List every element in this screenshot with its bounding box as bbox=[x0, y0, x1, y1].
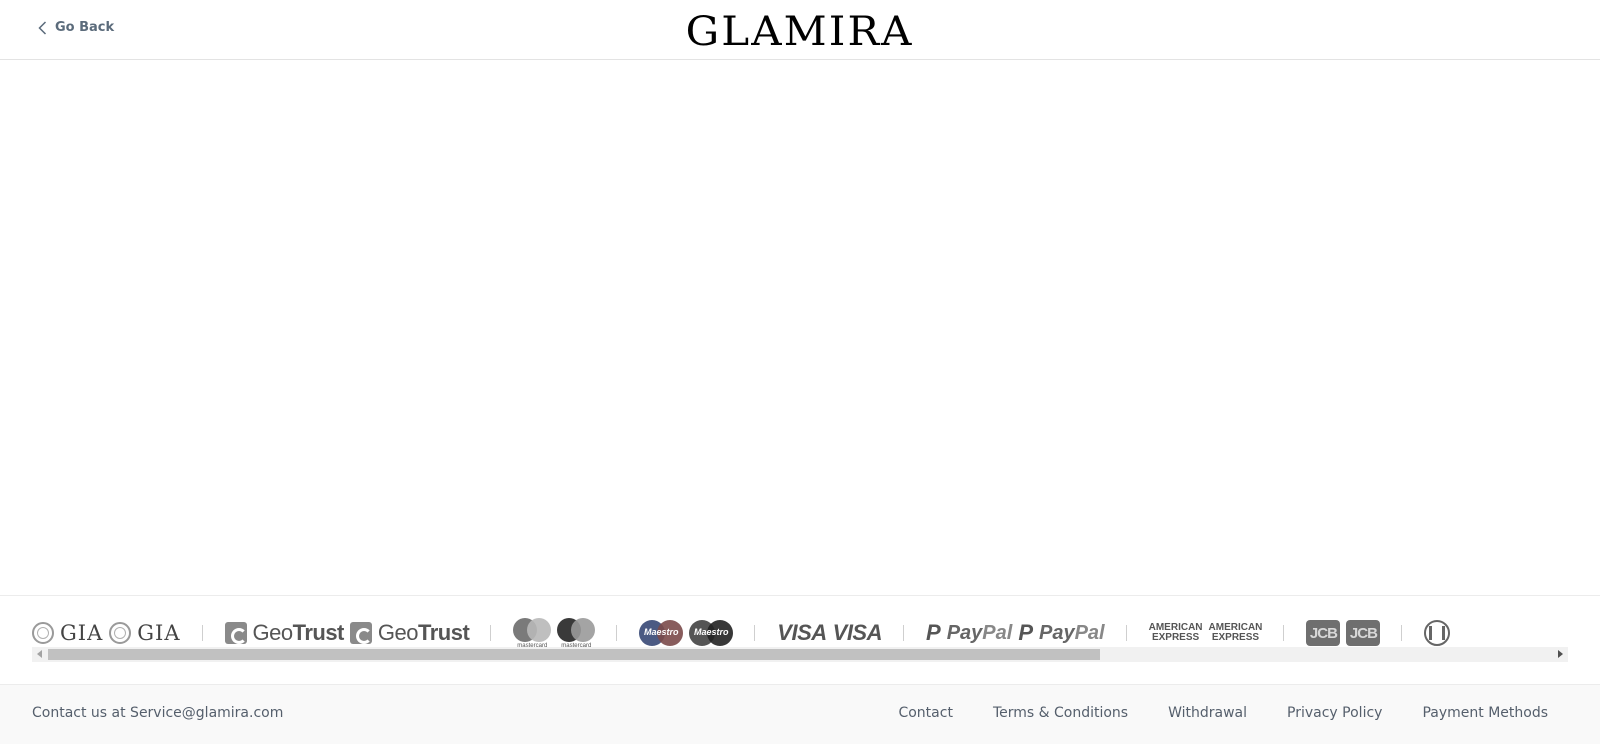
geotrust-logo-text: GeoTrust bbox=[377, 620, 470, 645]
maestro-badge-group: Maestro Maestro bbox=[617, 618, 756, 648]
footer-link-payment-methods[interactable]: Payment Methods bbox=[1422, 705, 1548, 721]
contact-email-text[interactable]: Contact us at Service@glamira.com bbox=[32, 705, 283, 721]
paypal-badge-group: P PayPal P PayPal bbox=[904, 618, 1127, 648]
geotrust-badge-group: GeoTrust GeoTrust bbox=[203, 618, 492, 648]
scroll-left-arrow-icon[interactable] bbox=[37, 650, 42, 658]
paypal-mark-icon: P bbox=[1018, 620, 1033, 645]
scroll-right-arrow-icon[interactable] bbox=[1558, 650, 1563, 658]
gia-seal-icon bbox=[32, 622, 54, 644]
badges-horizontal-scrollbar[interactable] bbox=[32, 647, 1568, 662]
gia-seal-icon bbox=[109, 622, 132, 644]
american-express-icon: AMERICAN EXPRESS bbox=[1148, 622, 1203, 643]
paypal-mark-icon: P bbox=[926, 620, 941, 645]
jcb-icon: JCB bbox=[1346, 620, 1381, 646]
gia-badge-group: GIA GIA bbox=[32, 618, 203, 648]
page-footer: Contact us at Service@glamira.com Contac… bbox=[0, 684, 1600, 744]
mastercard-badge-group: mastercard mastercard bbox=[491, 617, 618, 649]
paypal-logo-text: PayPal bbox=[1039, 621, 1105, 644]
american-express-icon: AMERICAN EXPRESS bbox=[1208, 622, 1263, 643]
geotrust-logo-text: GeoTrust bbox=[252, 620, 345, 645]
amex-badge-group: AMERICAN EXPRESS AMERICAN EXPRESS bbox=[1127, 618, 1285, 648]
maestro-icon: Maestro bbox=[639, 620, 684, 646]
geotrust-mark-icon bbox=[349, 622, 372, 644]
gia-logo-text: GIA bbox=[60, 621, 104, 645]
footer-link-withdrawal[interactable]: Withdrawal bbox=[1168, 705, 1247, 721]
diners-badge-group bbox=[1402, 618, 1472, 648]
maestro-icon: Maestro bbox=[689, 620, 734, 646]
visa-logo-text: VISA bbox=[832, 620, 883, 645]
footer-link-contact[interactable]: Contact bbox=[898, 705, 952, 721]
page-header: Go Back GLAMIRA bbox=[0, 0, 1600, 60]
footer-links: Contact Terms & Conditions Withdrawal Pr… bbox=[898, 705, 1548, 721]
mastercard-icon: mastercard bbox=[513, 617, 552, 649]
visa-logo-text: VISA bbox=[777, 620, 827, 645]
trust-badges-strip: GIA GIA GeoTrust GeoTrust mastercard mas… bbox=[0, 595, 1600, 684]
paypal-logo-text: PayPal bbox=[946, 621, 1013, 644]
footer-link-privacy[interactable]: Privacy Policy bbox=[1287, 705, 1382, 721]
diners-club-icon bbox=[1424, 620, 1451, 646]
mastercard-icon: mastercard bbox=[557, 617, 596, 649]
main-content bbox=[0, 61, 1600, 595]
scrollbar-thumb[interactable] bbox=[48, 649, 1100, 660]
glamira-logo[interactable]: GLAMIRA bbox=[0, 9, 1600, 55]
visa-badge-group: VISA VISA bbox=[755, 618, 904, 648]
jcb-icon: JCB bbox=[1306, 620, 1341, 646]
gia-logo-text: GIA bbox=[137, 621, 181, 645]
badge-track: GIA GIA GeoTrust GeoTrust mastercard mas… bbox=[32, 616, 1568, 650]
jcb-badge-group: JCB JCB bbox=[1284, 618, 1403, 648]
footer-link-terms[interactable]: Terms & Conditions bbox=[993, 705, 1128, 721]
geotrust-mark-icon bbox=[224, 622, 247, 644]
